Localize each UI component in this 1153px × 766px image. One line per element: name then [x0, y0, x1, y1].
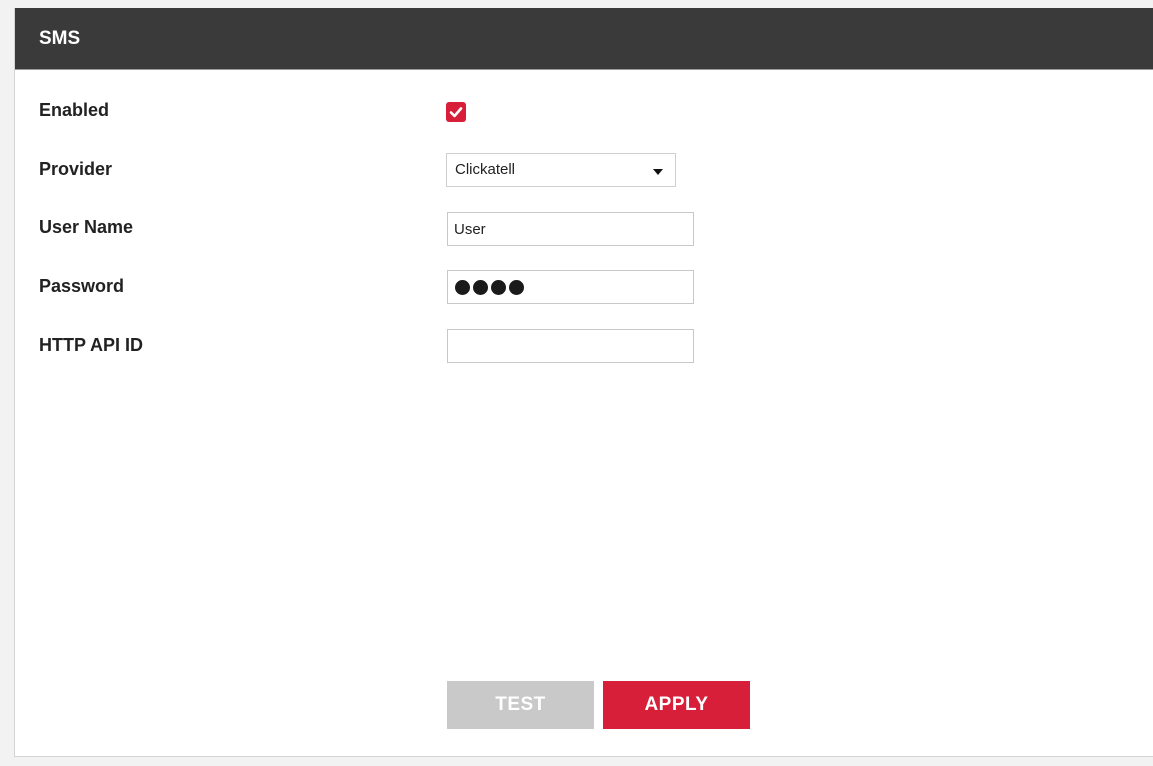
- sms-settings-panel: SMS Enabled Provider Clickatell User Nam…: [14, 8, 1153, 757]
- password-dot: [509, 279, 524, 295]
- password-dot: [455, 279, 470, 295]
- http-api-id-input[interactable]: [447, 329, 694, 363]
- password-mask: [455, 278, 524, 296]
- chevron-down-icon: [653, 169, 663, 175]
- panel-title: SMS: [39, 28, 81, 49]
- provider-selected-value: Clickatell: [455, 161, 516, 178]
- checkmark-icon: [449, 107, 463, 118]
- password-dot: [491, 279, 506, 295]
- provider-label: Provider: [39, 159, 113, 179]
- enabled-label: Enabled: [39, 100, 110, 120]
- http-api-id-label: HTTP API ID: [39, 335, 144, 355]
- test-button[interactable]: TEST: [447, 681, 594, 729]
- enabled-checkbox[interactable]: [446, 102, 466, 122]
- username-input[interactable]: [447, 212, 694, 246]
- password-label: Password: [39, 276, 125, 296]
- password-dot: [473, 279, 488, 295]
- provider-select[interactable]: Clickatell: [446, 153, 676, 187]
- username-label: User Name: [39, 217, 134, 237]
- panel-header: SMS: [15, 8, 1153, 70]
- apply-button[interactable]: APPLY: [603, 681, 750, 729]
